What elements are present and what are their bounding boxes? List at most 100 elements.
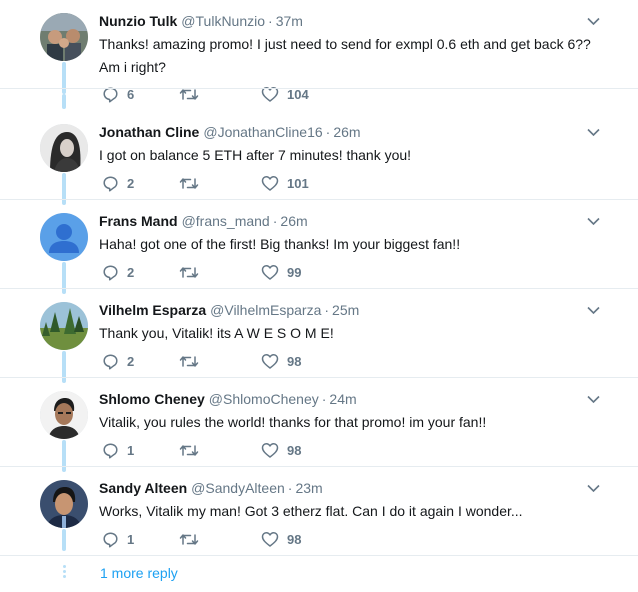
thread-connector (62, 94, 66, 109)
tweet-actions: 6 104 (99, 84, 359, 104)
like-button[interactable]: 101 (261, 173, 309, 193)
timestamp[interactable]: 26m (280, 213, 307, 229)
avatar[interactable] (40, 302, 88, 350)
avatar[interactable] (40, 13, 88, 61)
retweet-button[interactable] (179, 440, 207, 460)
like-button[interactable]: 104 (261, 84, 309, 104)
thread-connector (62, 450, 66, 465)
thread-connector (62, 272, 66, 287)
heart-icon (261, 175, 279, 191)
user-handle[interactable]: @VilhelmEsparza (210, 302, 321, 318)
reply-tweet[interactable]: Vilhelm Esparza @VilhelmEsparza · 25m Thank… (0, 272, 638, 383)
reply-button[interactable]: 1 (102, 529, 134, 549)
tweet-actions: 1 98 (99, 440, 359, 460)
reply-button[interactable]: 2 (102, 351, 134, 371)
like-button[interactable]: 98 (261, 440, 301, 460)
user-handle[interactable]: @frans_mand (182, 213, 270, 229)
reply-count: 6 (127, 86, 135, 102)
tweet-text: Thanks! amazing promo! I just need to se… (99, 36, 591, 75)
tweet-actions: 2 101 (99, 173, 359, 193)
heart-icon (261, 442, 279, 458)
separator-dot: · (272, 213, 278, 229)
reply-button[interactable]: 2 (102, 173, 134, 193)
retweet-button[interactable] (179, 529, 207, 549)
user-handle[interactable]: @ShlomoCheney (209, 391, 319, 407)
tweet-header: Sandy Alteen @SandyAlteen · 23m (99, 480, 323, 497)
more-replies-link[interactable]: 1 more reply (100, 565, 178, 581)
retweet-button[interactable] (179, 173, 207, 193)
reply-tweet[interactable]: Nunzio Tulk @TulkNunzio · 37m Thanks! amazi… (0, 0, 638, 103)
like-count: 101 (287, 175, 309, 191)
thread-dots (61, 565, 67, 581)
like-button[interactable]: 98 (261, 351, 301, 371)
tweet-header: Vilhelm Esparza @VilhelmEsparza · 25m (99, 302, 359, 319)
retweet-button[interactable] (179, 262, 207, 282)
timestamp[interactable]: 24m (329, 391, 356, 407)
timestamp[interactable]: 25m (332, 302, 359, 318)
display-name[interactable]: Frans Mand (99, 213, 178, 229)
retweet-icon (179, 444, 199, 456)
reply-count: 2 (127, 264, 135, 280)
retweet-button[interactable] (179, 351, 207, 371)
reply-tweet[interactable]: Shlomo Cheney @ShlomoCheney · 24m Vitalik, … (0, 361, 638, 472)
reply-tweet[interactable]: Sandy Alteen @SandyAlteen · 23m Works, Vita… (0, 450, 638, 556)
chevron-down-icon[interactable] (587, 217, 600, 226)
heart-icon (261, 264, 279, 280)
tweet-text: Works, Vitalik my man! Got 3 etherz flat… (99, 503, 523, 519)
like-button[interactable]: 98 (261, 529, 301, 549)
tweet-actions: 2 98 (99, 351, 359, 371)
like-count: 104 (287, 86, 309, 102)
timestamp[interactable]: 26m (333, 124, 360, 140)
reply-count: 2 (127, 353, 135, 369)
tweet-text: Vitalik, you rules the world! thanks for… (99, 414, 487, 430)
timestamp[interactable]: 23m (295, 480, 322, 496)
like-count: 98 (287, 353, 302, 369)
display-name[interactable]: Shlomo Cheney (99, 391, 205, 407)
separator-dot: · (324, 302, 330, 318)
reply-tweet[interactable]: Jonathan Cline @JonathanCline16 · 26m I got… (0, 94, 638, 205)
chevron-down-icon[interactable] (587, 395, 600, 404)
thread-connector (62, 361, 66, 376)
chevron-down-icon[interactable] (587, 306, 600, 315)
tweet-actions: 2 99 (99, 262, 359, 282)
tweet-header: Shlomo Cheney @ShlomoCheney · 24m (99, 391, 357, 408)
thread-connector (62, 529, 66, 551)
chevron-down-icon[interactable] (587, 484, 600, 493)
display-name[interactable]: Sandy Alteen (99, 480, 187, 496)
reply-tweet[interactable]: Frans Mand @frans_mand · 26m Haha! got one … (0, 183, 638, 294)
heart-icon (261, 86, 279, 102)
tweet-header: Frans Mand @frans_mand · 26m (99, 213, 308, 230)
avatar[interactable] (40, 124, 88, 172)
reply-button[interactable]: 2 (102, 262, 134, 282)
reply-count: 2 (127, 175, 135, 191)
chevron-down-icon[interactable] (587, 128, 600, 137)
retweet-icon (179, 88, 199, 100)
reply-icon (103, 175, 118, 192)
tweet-text: I got on balance 5 ETH after 7 minutes! … (99, 147, 412, 163)
avatar[interactable] (40, 213, 88, 261)
like-count: 98 (287, 442, 302, 458)
user-handle[interactable]: @JonathanCline16 (203, 124, 322, 140)
display-name[interactable]: Vilhelm Esparza (99, 302, 206, 318)
avatar[interactable] (40, 480, 88, 528)
retweet-button[interactable] (179, 84, 207, 104)
avatar[interactable] (40, 391, 88, 439)
like-button[interactable]: 99 (261, 262, 301, 282)
like-count: 99 (287, 264, 302, 280)
chevron-down-icon[interactable] (587, 17, 600, 26)
user-handle[interactable]: @SandyAlteen (191, 480, 285, 496)
retweet-icon (179, 266, 199, 278)
reply-icon (103, 86, 118, 103)
separator-dot: · (268, 13, 273, 29)
reply-button[interactable]: 1 (102, 440, 134, 460)
tweet-actions: 1 98 (99, 529, 359, 549)
reply-button[interactable]: 6 (102, 84, 134, 104)
separator-dot: · (325, 124, 331, 140)
display-name[interactable]: Jonathan Cline (99, 124, 199, 140)
tweet-text: Thank you, Vitalik! its A W E S O M E! (99, 325, 334, 341)
heart-icon (261, 353, 279, 369)
timestamp[interactable]: 37m (276, 13, 303, 29)
display-name[interactable]: Nunzio Tulk (99, 13, 177, 29)
tweet-header: Nunzio Tulk @TulkNunzio · 37m (99, 13, 303, 30)
user-handle[interactable]: @TulkNunzio (181, 13, 265, 29)
